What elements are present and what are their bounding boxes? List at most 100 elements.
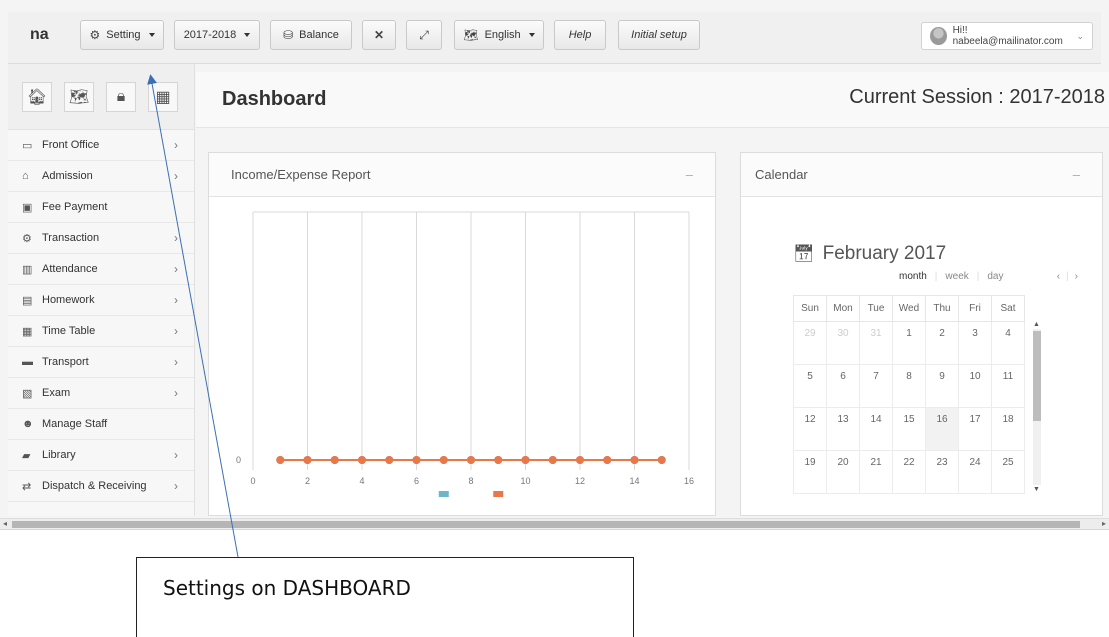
top-navbar: na ⚙ Setting 2017-2018 ⛁ Balance ✕ ⤢ 🗺 E… <box>8 12 1101 64</box>
calendar-day[interactable]: 15 <box>892 407 926 451</box>
sidebar-item-manage-staff[interactable]: ☻ Manage Staff <box>8 409 194 440</box>
caret-down-icon <box>528 33 535 37</box>
sidebar-item-exam[interactable]: ▧ Exam › <box>8 378 194 409</box>
data-point <box>576 456 584 464</box>
sidebar-item-label: Library <box>42 449 76 461</box>
prev-month-button[interactable]: ‹ <box>1057 271 1060 282</box>
sidebar-item-transaction[interactable]: ⚙ Transaction › <box>8 223 194 254</box>
graduation-cap-icon: ⌂ <box>22 170 29 182</box>
calendar-day[interactable]: 7 <box>859 364 893 408</box>
sidebar-item-front-office[interactable]: ▭ Front Office › <box>8 130 194 161</box>
language-label: English <box>484 29 521 41</box>
legend-swatch <box>438 491 449 497</box>
sidebar-item-transport[interactable]: ▬ Transport › <box>8 347 194 378</box>
data-point <box>467 456 475 464</box>
x-tick-label: 2 <box>305 476 310 486</box>
sidebar-item-time-table[interactable]: ▦ Time Table › <box>8 316 194 347</box>
sidebar-item-dispatch-receiving[interactable]: ⇄ Dispatch & Receiving › <box>8 471 194 502</box>
calendar-day[interactable]: 5 <box>793 364 827 408</box>
panel-title: Income/Expense Report <box>231 167 371 182</box>
brand-logo[interactable]: na <box>30 26 49 44</box>
legend-swatch <box>493 491 504 497</box>
calendar-day[interactable]: 22 <box>892 450 926 494</box>
language-dropdown-button[interactable]: 🗺 English <box>454 20 544 50</box>
calendar-day[interactable]: 12 <box>793 407 827 451</box>
calendar-day[interactable]: 21 <box>859 450 893 494</box>
calendar-day[interactable]: 30 <box>826 321 860 365</box>
calendar-day[interactable]: 9 <box>925 364 959 408</box>
screenshot-root: na ⚙ Setting 2017-2018 ⛁ Balance ✕ ⤢ 🗺 E… <box>0 0 1109 637</box>
calendar-day[interactable]: 23 <box>925 450 959 494</box>
calendar-day[interactable]: 1 <box>892 321 926 365</box>
fullscreen-button[interactable]: ✕ <box>362 20 396 50</box>
session-dropdown-button[interactable]: 2017-2018 <box>174 20 260 50</box>
sidebar-item-label: Attendance <box>42 263 98 275</box>
income-expense-panel: Income/Expense Report – 0 2 4 6 8 10 12 14 16 0 <box>208 152 716 516</box>
calendar-day[interactable]: 2 <box>925 321 959 365</box>
calendar-day[interactable]: 17 <box>958 407 992 451</box>
calendar-day[interactable]: 11 <box>991 364 1025 408</box>
user-menu-button[interactable]: Hi!! nabeela@mailinator.com ⌄ <box>921 22 1093 50</box>
language-icon: 🗺 <box>463 28 479 42</box>
view-day-button[interactable]: day <box>987 271 1003 282</box>
scroll-down-icon[interactable]: ▼ <box>1033 486 1040 493</box>
calendar-day[interactable]: 8 <box>892 364 926 408</box>
expand-button[interactable]: ⤢ <box>406 20 442 50</box>
calendar-day[interactable]: 25 <box>991 450 1025 494</box>
calendar-day[interactable]: 18 <box>991 407 1025 451</box>
scroll-right-icon[interactable]: ▸ <box>1102 519 1106 528</box>
x-tick-label: 14 <box>629 476 639 486</box>
calendar-day[interactable]: 29 <box>793 321 827 365</box>
minimize-button[interactable]: – <box>686 167 693 182</box>
view-week-button[interactable]: week <box>945 271 968 282</box>
balance-button[interactable]: ⛁ Balance <box>270 20 352 50</box>
lock-icon[interactable]: 🔒︎ <box>106 81 136 112</box>
calendar-day[interactable]: 14 <box>859 407 893 451</box>
sidebar-item-library[interactable]: ▰ Library › <box>8 440 194 471</box>
chevron-right-icon: › <box>174 231 178 245</box>
calendar-view-switcher: month | week | day <box>899 271 1004 282</box>
weekday-label: Fri <box>958 295 992 322</box>
calendar-day-today[interactable]: 16 <box>925 407 959 451</box>
scroll-up-icon[interactable]: ▲ <box>1033 321 1040 328</box>
help-button[interactable]: Help <box>554 20 606 50</box>
sidebar-item-homework[interactable]: ▤ Homework › <box>8 285 194 316</box>
setting-dropdown-button[interactable]: ⚙ Setting <box>80 20 164 50</box>
map-icon[interactable]: 🗺︎ <box>64 81 94 112</box>
calendar-day[interactable]: 19 <box>793 450 827 494</box>
minimize-button[interactable]: – <box>1073 167 1080 182</box>
data-point <box>657 456 666 464</box>
calendar-day[interactable]: 10 <box>958 364 992 408</box>
scrollbar-thumb[interactable] <box>12 521 1080 528</box>
sidebar-item-attendance[interactable]: ▥ Attendance › <box>8 254 194 285</box>
calendar-day[interactable]: 13 <box>826 407 860 451</box>
chevron-down-icon: ⌄ <box>1076 30 1084 41</box>
expand-icon: ⤢ <box>419 27 429 42</box>
calendar-icon: 📅︎ <box>793 244 815 263</box>
calendar-day[interactable]: 20 <box>826 450 860 494</box>
calendar-scrollbar[interactable]: ▲ ▼ <box>1031 321 1041 497</box>
sidebar-item-admission[interactable]: ⌂ Admission › <box>8 161 194 192</box>
scroll-left-icon[interactable]: ◂ <box>3 519 7 528</box>
monitor-icon: ▭ <box>22 139 33 152</box>
exchange-icon: ⇄ <box>22 480 32 493</box>
home-icon[interactable]: 🏠︎ <box>22 81 52 112</box>
calendar-month-title: 📅︎ February 2017 <box>793 243 946 265</box>
calendar-icon[interactable]: ▦ <box>148 81 178 112</box>
next-month-button[interactable]: › <box>1075 271 1078 282</box>
calendar-day[interactable]: 6 <box>826 364 860 408</box>
calendar-day[interactable]: 4 <box>991 321 1025 365</box>
calendar-day[interactable]: 3 <box>958 321 992 365</box>
sidebar-item-fee-payment[interactable]: ▣ Fee Payment <box>8 192 194 223</box>
initial-setup-button[interactable]: Initial setup <box>618 20 700 50</box>
horizontal-scrollbar[interactable]: ◂ ▸ <box>0 518 1109 529</box>
calendar-day[interactable]: 24 <box>958 450 992 494</box>
initial-setup-label: Initial setup <box>631 29 687 41</box>
caret-down-icon <box>244 33 251 37</box>
view-month-button[interactable]: month <box>899 271 927 282</box>
scrollbar-thumb[interactable] <box>1033 331 1041 421</box>
sidebar: 🏠︎ 🗺︎ 🔒︎ ▦ ▭ Front Office › ⌂ Admission › ▣ F… <box>8 64 195 516</box>
caret-down-icon <box>148 33 155 37</box>
calendar-day[interactable]: 31 <box>859 321 893 365</box>
page-title: Dashboard <box>222 88 327 110</box>
